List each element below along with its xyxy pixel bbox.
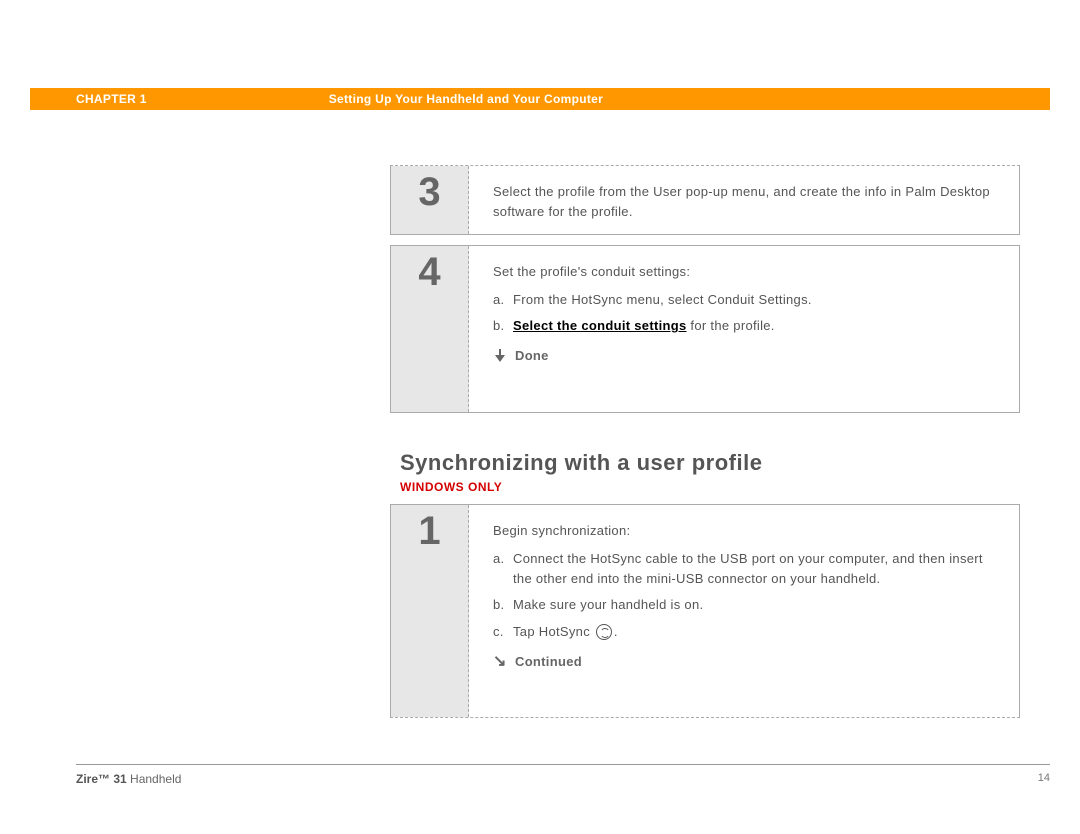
substep-prefix: Tap HotSync (513, 624, 594, 639)
substep-a: a. From the HotSync menu, select Conduit… (493, 290, 997, 310)
footer-product-bold: Zire™ 31 (76, 772, 127, 786)
step-number: 3 (418, 172, 440, 234)
substep-text: Make sure your handheld is on. (513, 595, 997, 615)
step-box-1: 1 Begin synchronization: a. Connect the … (390, 504, 1020, 718)
conduit-settings-link[interactable]: Select the conduit settings (513, 318, 687, 333)
step-number-col: 3 (391, 166, 469, 234)
section-heading: Synchronizing with a user profile (400, 450, 762, 476)
step-number-col: 4 (391, 246, 469, 412)
footer-page-number: 14 (1038, 772, 1050, 784)
arrow-down-icon (493, 349, 507, 363)
continued-row: ↘ Continued (493, 652, 997, 672)
substep-letter: a. (493, 290, 513, 310)
chapter-header-bar: CHAPTER 1 Setting Up Your Handheld and Y… (30, 88, 1050, 110)
step-box-4: 4 Set the profile's conduit settings: a.… (390, 245, 1020, 413)
chapter-title: Setting Up Your Handheld and Your Comput… (147, 92, 603, 106)
substep-suffix: . (614, 624, 618, 639)
footer-product: Zire™ 31 Handheld (76, 772, 181, 786)
substep-text: Select the conduit settings for the prof… (513, 316, 997, 336)
platform-tag: WINDOWS ONLY (400, 480, 502, 494)
step-intro: Set the profile's conduit settings: (493, 262, 997, 282)
step-box-3: 3 Select the profile from the User pop-u… (390, 165, 1020, 235)
substep-letter: b. (493, 595, 513, 615)
substep-suffix: for the profile. (687, 318, 775, 333)
arrow-diagonal-icon: ↘ (493, 655, 507, 669)
done-row: Done (493, 346, 997, 366)
footer-product-rest: Handheld (127, 772, 182, 786)
footer-rule (76, 764, 1050, 765)
substep-c: c. Tap HotSync . (493, 622, 997, 642)
substep-text: Connect the HotSync cable to the USB por… (513, 549, 997, 589)
done-label: Done (515, 346, 549, 366)
substep-a: a. Connect the HotSync cable to the USB … (493, 549, 997, 589)
step-content: Set the profile's conduit settings: a. F… (469, 246, 1019, 412)
substep-b: b. Select the conduit settings for the p… (493, 316, 997, 336)
substep-letter: c. (493, 622, 513, 642)
hotsync-icon (596, 624, 612, 640)
step-text: Select the profile from the User pop-up … (493, 182, 997, 222)
substep-text: Tap HotSync . (513, 622, 997, 642)
substep-letter: b. (493, 316, 513, 336)
substep-text: From the HotSync menu, select Conduit Se… (513, 290, 997, 310)
step-number: 4 (418, 252, 440, 412)
step-number: 1 (418, 511, 440, 717)
continued-label: Continued (515, 652, 582, 672)
substep-b: b. Make sure your handheld is on. (493, 595, 997, 615)
step-number-col: 1 (391, 505, 469, 717)
substep-letter: a. (493, 549, 513, 589)
step-intro: Begin synchronization: (493, 521, 997, 541)
step-content: Select the profile from the User pop-up … (469, 166, 1019, 234)
chapter-label: CHAPTER 1 (30, 92, 147, 106)
step-content: Begin synchronization: a. Connect the Ho… (469, 505, 1019, 717)
